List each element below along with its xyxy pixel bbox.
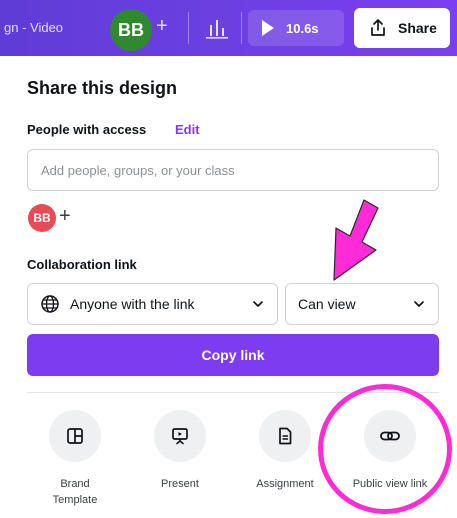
option-label: Present bbox=[161, 478, 199, 490]
chevron-down-icon bbox=[414, 301, 424, 307]
share-button-label: Share bbox=[398, 20, 437, 36]
option-icon-circle bbox=[154, 410, 206, 462]
design-title[interactable]: gn - Video bbox=[4, 20, 63, 35]
link-access-dropdown[interactable]: Anyone with the link bbox=[27, 283, 278, 325]
owner-avatar[interactable]: BB bbox=[28, 204, 56, 232]
add-people-input[interactable] bbox=[27, 149, 439, 191]
edit-access-link[interactable]: Edit bbox=[175, 122, 200, 137]
play-icon bbox=[262, 20, 274, 36]
present-play-button[interactable]: 10.6s bbox=[248, 10, 344, 46]
present-icon bbox=[172, 428, 188, 445]
copy-link-button[interactable]: Copy link bbox=[27, 334, 439, 376]
collaborator-avatar[interactable]: BB bbox=[110, 9, 152, 51]
option-assignment[interactable]: Assignment bbox=[240, 410, 330, 492]
option-icon-circle bbox=[259, 410, 311, 462]
option-label: Brand Template bbox=[52, 478, 98, 506]
toolbar-divider bbox=[241, 12, 242, 44]
highlight-circle bbox=[318, 384, 452, 514]
toolbar-divider bbox=[188, 12, 189, 44]
share-button[interactable]: Share bbox=[354, 8, 450, 48]
assignment-icon bbox=[279, 427, 292, 445]
option-present[interactable]: Present bbox=[135, 410, 225, 492]
add-collaborator-button[interactable]: + bbox=[156, 15, 168, 38]
option-label: Assignment bbox=[256, 478, 314, 490]
link-permission-dropdown[interactable]: Can view bbox=[285, 283, 439, 325]
option-brand-template[interactable]: Brand Template bbox=[30, 410, 120, 508]
link-permission-value: Can view bbox=[298, 296, 356, 312]
add-person-button[interactable]: + bbox=[59, 205, 71, 228]
option-icon-circle bbox=[49, 410, 101, 462]
chevron-down-icon bbox=[253, 301, 263, 307]
insights-icon[interactable] bbox=[204, 16, 230, 40]
collaboration-link-label: Collaboration link bbox=[27, 257, 137, 272]
share-upload-icon bbox=[371, 19, 385, 36]
panel-title: Share this design bbox=[27, 78, 178, 98]
link-access-value: Anyone with the link bbox=[70, 296, 195, 312]
brand-template-icon bbox=[67, 428, 83, 444]
globe-icon bbox=[41, 295, 59, 313]
editor-toolbar: gn - Video BB + 10.6s Share bbox=[0, 0, 457, 56]
arrow-down-icon bbox=[333, 199, 379, 281]
play-duration: 10.6s bbox=[286, 20, 319, 36]
people-with-access-label: People with access bbox=[27, 122, 147, 137]
